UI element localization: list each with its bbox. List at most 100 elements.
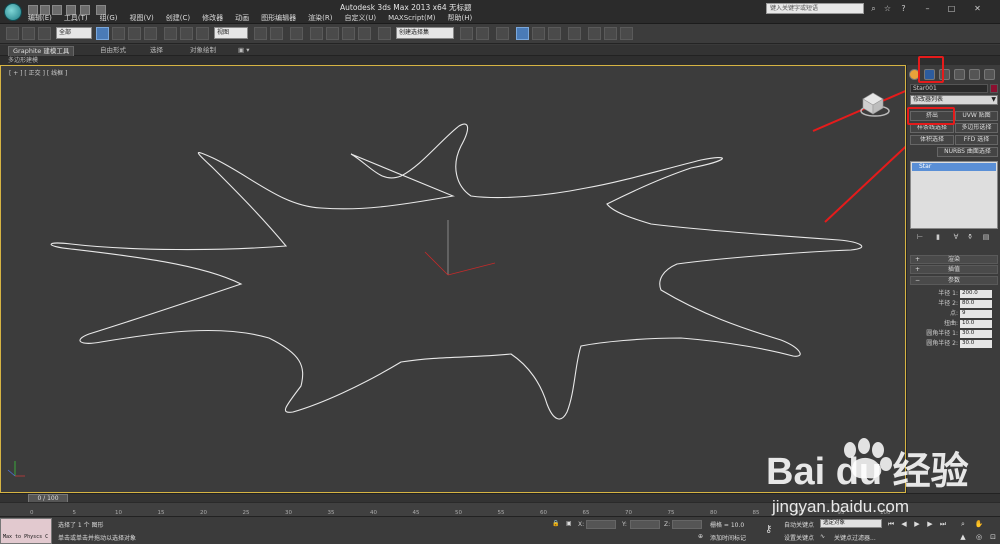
schematic-view-icon[interactable] <box>548 27 561 40</box>
key-filters-button[interactable]: 关键点过滤器... <box>834 533 876 542</box>
stack-item-star[interactable]: Star <box>912 163 996 171</box>
param-spinner[interactable]: 9 <box>960 310 992 318</box>
close-icon[interactable]: ✕ <box>972 3 983 14</box>
rotate-icon[interactable] <box>180 27 193 40</box>
go-to-end-icon[interactable]: ⏭ <box>938 519 948 529</box>
maxscript-listener[interactable]: Max to Physcs C <box>0 518 52 544</box>
show-end-result-icon[interactable]: ▮ <box>933 232 943 242</box>
param-spinner[interactable]: 10.0 <box>960 320 992 328</box>
menu-customize[interactable]: 自定义(U) <box>338 13 382 23</box>
select-by-name-icon[interactable] <box>112 27 125 40</box>
percent-snap-icon[interactable] <box>342 27 355 40</box>
pin-stack-icon[interactable]: ⊢ <box>915 232 925 242</box>
rollout-rendering[interactable]: + 渲染 <box>910 255 998 264</box>
minimize-icon[interactable]: – <box>922 3 933 14</box>
star-spline[interactable] <box>50 123 863 420</box>
remove-modifier-icon[interactable]: ⚱ <box>965 232 975 242</box>
param-spinner[interactable]: 30.0 <box>960 330 992 338</box>
align-icon[interactable] <box>476 27 489 40</box>
tab-freeform[interactable]: 自由形式 <box>100 46 126 55</box>
keyboard-shortcut-icon[interactable] <box>290 27 303 40</box>
graphite-toggle-icon[interactable] <box>516 27 529 40</box>
edit-named-selection-icon[interactable] <box>378 27 391 40</box>
mirror-icon[interactable] <box>460 27 473 40</box>
key-filters-icon[interactable]: ∿ <box>820 533 825 540</box>
render-icon[interactable] <box>620 27 633 40</box>
menu-create[interactable]: 创建(C) <box>160 13 196 23</box>
menu-tools[interactable]: 工具(T) <box>58 13 94 23</box>
menu-views[interactable]: 视图(V) <box>124 13 160 23</box>
bind-space-warp-icon[interactable] <box>38 27 51 40</box>
curve-editor-icon[interactable] <box>532 27 545 40</box>
auto-key-button[interactable]: 自动关键点 <box>784 520 814 529</box>
key-icon[interactable]: ⚷ <box>765 524 772 535</box>
menu-animation[interactable]: 动画 <box>229 13 255 23</box>
maximize-viewport-icon[interactable]: ⊡ <box>988 532 998 542</box>
field-of-view-icon[interactable]: ▲ <box>958 532 968 542</box>
search-input[interactable]: 键入关键字或短语 <box>766 3 864 14</box>
layer-manager-icon[interactable] <box>496 27 509 40</box>
selection-filter-dropdown[interactable]: 全部 <box>56 27 92 39</box>
star-icon[interactable]: ☆ <box>882 3 893 14</box>
prev-frame-icon[interactable]: ◀ <box>899 519 909 529</box>
select-manipulate-icon[interactable] <box>270 27 283 40</box>
menu-modifiers[interactable]: 修改器 <box>196 13 229 23</box>
modifier-list-dropdown[interactable]: 修改器列表 ▼ <box>910 95 998 105</box>
menu-edit[interactable]: 编辑(E) <box>22 13 58 23</box>
rect-select-icon[interactable] <box>128 27 141 40</box>
polygon-modeling-label[interactable]: 多边形建模 <box>8 56 38 65</box>
rendered-frame-icon[interactable] <box>604 27 617 40</box>
snap-icon[interactable] <box>310 27 323 40</box>
uvw-map-button[interactable]: UVW 贴图 <box>955 111 998 121</box>
absolute-mode-icon[interactable]: ▣ <box>566 520 572 527</box>
pan-icon[interactable]: ✋ <box>974 519 984 529</box>
selected-objects-dropdown[interactable]: 选定对象 <box>820 519 882 528</box>
unlink-icon[interactable] <box>22 27 35 40</box>
menu-graph-editors[interactable]: 图形编辑器 <box>255 13 302 23</box>
select-icon[interactable] <box>96 27 109 40</box>
tab-selection[interactable]: 选择 <box>150 46 163 55</box>
time-tag-icon[interactable]: ⊕ <box>698 533 703 540</box>
play-icon[interactable]: ▶ <box>912 519 922 529</box>
configure-sets-icon[interactable]: ▤ <box>981 232 991 242</box>
y-coord-field[interactable] <box>630 520 660 529</box>
rollout-interpolation[interactable]: + 插值 <box>910 265 998 274</box>
menu-group[interactable]: 组(G) <box>94 13 124 23</box>
spinner-snap-icon[interactable] <box>358 27 371 40</box>
utilities-icon[interactable] <box>984 69 995 80</box>
display-icon[interactable] <box>969 69 980 80</box>
object-color-swatch[interactable] <box>990 84 998 93</box>
viewcube-icon[interactable] <box>853 81 893 121</box>
named-selection-dropdown[interactable]: 创建选择集 <box>396 27 454 39</box>
go-to-start-icon[interactable]: ⏮ <box>886 519 896 529</box>
next-frame-icon[interactable]: ▶ <box>925 519 935 529</box>
zoom-icon[interactable]: ⌕ <box>958 519 968 529</box>
scale-icon[interactable] <box>196 27 209 40</box>
menu-maxscript[interactable]: MAXScript(M) <box>382 13 441 23</box>
object-name-field[interactable]: Star001 <box>910 84 988 93</box>
param-spinner[interactable]: 200.0 <box>960 290 992 298</box>
volume-select-button[interactable]: 体积选择 <box>910 135 954 145</box>
move-icon[interactable] <box>164 27 177 40</box>
window-crossing-icon[interactable] <box>144 27 157 40</box>
pivot-icon[interactable] <box>254 27 267 40</box>
reference-coord-dropdown[interactable]: 视图 <box>214 27 248 39</box>
link-icon[interactable] <box>6 27 19 40</box>
orbit-icon[interactable]: ◎ <box>974 532 984 542</box>
add-time-tag[interactable]: 添加时间标记 <box>710 533 746 542</box>
modifier-stack[interactable]: Star <box>910 161 998 229</box>
lock-icon[interactable]: 🔒 <box>552 520 559 527</box>
render-setup-icon[interactable] <box>588 27 601 40</box>
set-key-button[interactable]: 设置关键点 <box>784 533 814 542</box>
nurbs-surface-select-button[interactable]: NURBS 曲面选择 <box>937 147 998 157</box>
rollout-parameters[interactable]: − 参数 <box>910 276 998 285</box>
search-icon[interactable]: ⌕ <box>868 3 879 14</box>
material-editor-icon[interactable] <box>568 27 581 40</box>
poly-select-button[interactable]: 多边形选择 <box>955 123 998 133</box>
param-spinner[interactable]: 80.0 <box>960 300 992 308</box>
menu-help[interactable]: 帮助(H) <box>442 13 479 23</box>
tab-object-paint[interactable]: 对象绘制 <box>190 46 216 55</box>
ribbon-options-icon[interactable]: ▣ ▾ <box>238 46 249 55</box>
ffd-select-button[interactable]: FFD 选择 <box>955 135 998 145</box>
menu-rendering[interactable]: 渲染(R) <box>302 13 338 23</box>
